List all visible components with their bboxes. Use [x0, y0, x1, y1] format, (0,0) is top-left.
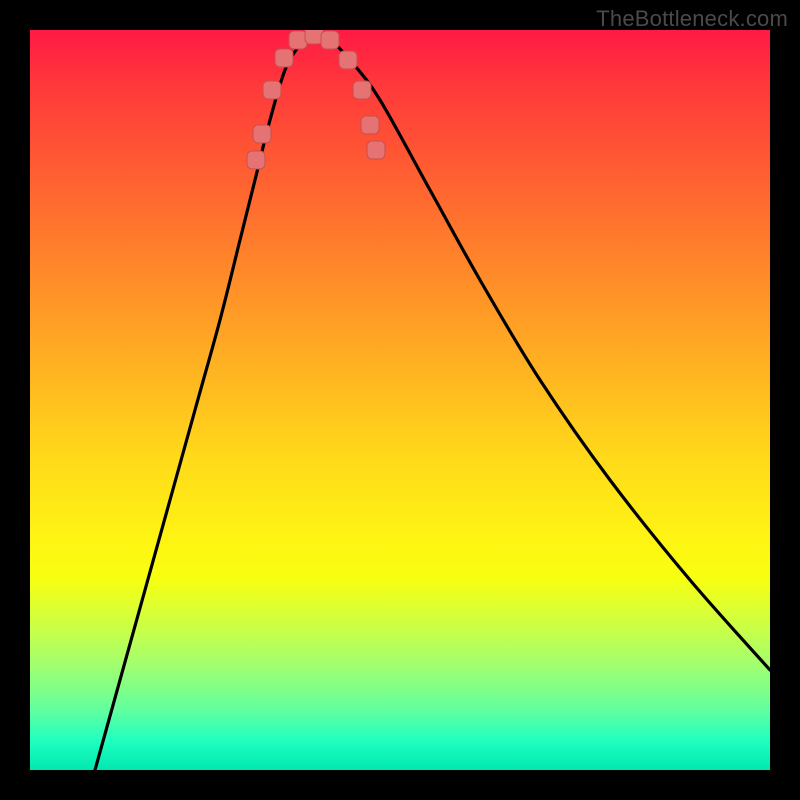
watermark-text: TheBottleneck.com — [596, 6, 788, 32]
curve-marker — [289, 31, 307, 49]
curve-markers — [247, 30, 385, 169]
chart-area — [30, 30, 770, 770]
curve-marker — [321, 31, 339, 49]
curve-marker — [339, 51, 357, 69]
curve-marker — [275, 49, 293, 67]
curve-path — [95, 35, 770, 770]
curve-marker — [305, 30, 323, 44]
bottleneck-curve — [30, 30, 770, 770]
curve-marker — [361, 116, 379, 134]
curve-marker — [367, 141, 385, 159]
curve-marker — [263, 81, 281, 99]
curve-marker — [247, 151, 265, 169]
curve-marker — [353, 81, 371, 99]
curve-marker — [253, 125, 271, 143]
